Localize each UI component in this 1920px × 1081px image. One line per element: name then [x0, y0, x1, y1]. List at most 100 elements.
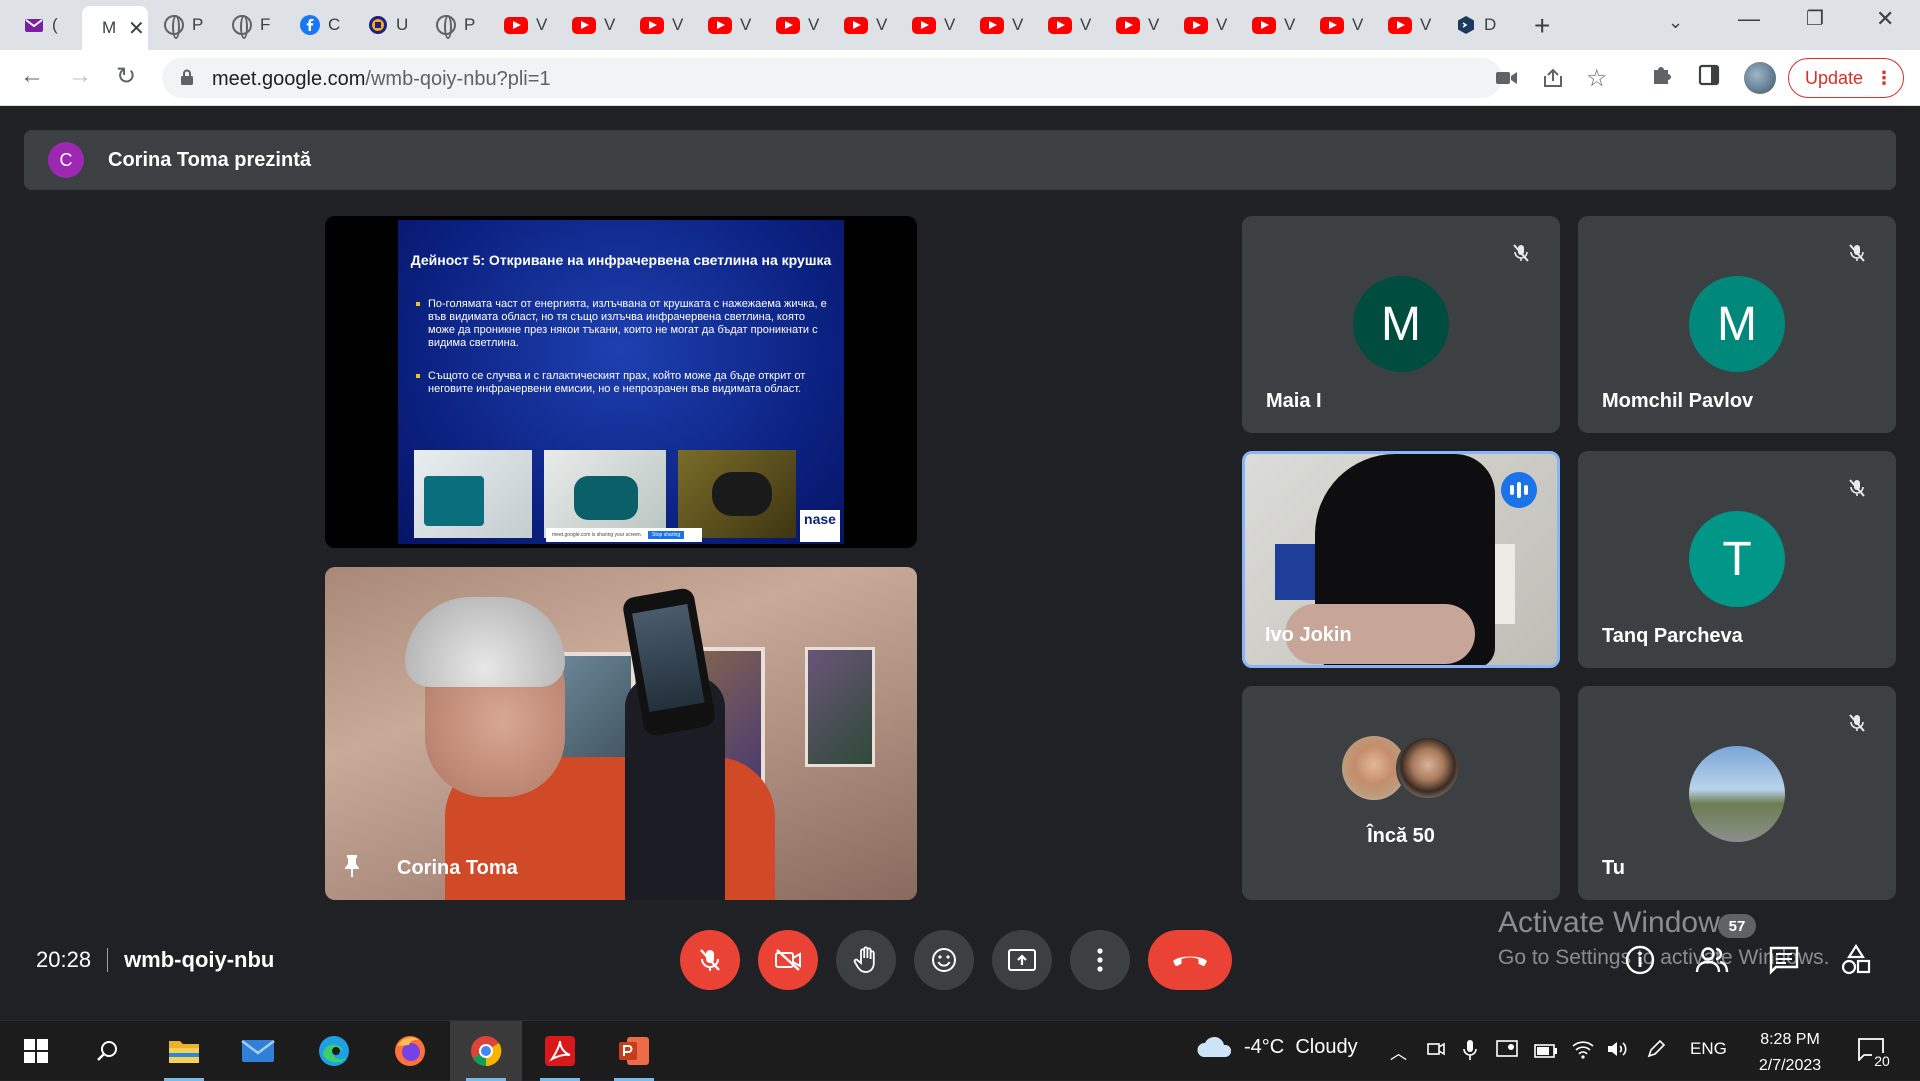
tab-youtube[interactable]: V — [760, 8, 822, 42]
tab-page[interactable]: F — [216, 8, 274, 42]
globe-icon — [164, 15, 184, 39]
tab-title: ( — [52, 15, 58, 34]
screen-capture-icon[interactable] — [1496, 1039, 1518, 1059]
tab-youtube[interactable]: V — [1236, 8, 1298, 42]
forward-button[interactable]: → — [68, 62, 92, 90]
taskbar-chrome[interactable] — [450, 1021, 522, 1081]
new-tab-button[interactable]: + — [1534, 10, 1550, 42]
slide-photo-1 — [414, 450, 532, 538]
people-button[interactable] — [1694, 942, 1730, 978]
chat-button[interactable] — [1766, 942, 1802, 978]
profile-avatar[interactable] — [1744, 62, 1776, 94]
taskbar-acrobat[interactable] — [524, 1021, 596, 1081]
volume-icon[interactable] — [1606, 1039, 1630, 1059]
restore-button[interactable]: ❐ — [1806, 6, 1824, 31]
slide-title: Дейност 5: Откриване на инфрачервена све… — [410, 252, 832, 268]
tab-meet[interactable]: M ✕ — [82, 6, 148, 50]
more-options-button[interactable] — [1070, 930, 1130, 990]
weather-desc: Cloudy — [1295, 1035, 1358, 1058]
more-participants-tile[interactable]: Încă 50 — [1242, 686, 1560, 900]
presenting-banner: C Corina Toma prezintă — [24, 130, 1896, 190]
tab-youtube[interactable]: V — [1372, 8, 1434, 42]
tab-youtube[interactable]: V — [1100, 8, 1162, 42]
search-button[interactable] — [72, 1021, 144, 1081]
self-tile[interactable]: Tu — [1578, 686, 1896, 900]
tab-gmail[interactable]: ( — [8, 8, 66, 42]
taskbar-firefox[interactable] — [374, 1021, 446, 1081]
tab-search-button[interactable]: ⌄ — [1668, 12, 1683, 33]
tab-youtube[interactable]: V — [1304, 8, 1366, 42]
taskbar-edge[interactable] — [298, 1021, 370, 1081]
side-panel-icon[interactable] — [1698, 64, 1720, 86]
tab-youtube[interactable]: V — [896, 8, 958, 42]
presenter-video-tile[interactable]: Corina Toma — [325, 567, 917, 900]
extensions-puzzle-icon[interactable] — [1650, 64, 1672, 86]
participant-tile-active-speaker[interactable]: Ivo Jokin — [1242, 451, 1560, 668]
tab-page[interactable]: P — [420, 8, 478, 42]
tab-youtube[interactable]: V — [828, 8, 890, 42]
close-tab-icon[interactable]: ✕ — [128, 16, 145, 41]
tab-university[interactable]: U — [352, 8, 410, 42]
taskbar-mail[interactable] — [222, 1021, 294, 1081]
meet-now-icon[interactable] — [1426, 1039, 1446, 1059]
share-icon[interactable] — [1542, 68, 1564, 88]
raise-hand-button[interactable] — [836, 930, 896, 990]
windows-taskbar: -4°C Cloudy ︿ ENG 8:28 PM 2/7/2023 20 — [0, 1020, 1920, 1081]
presentation-tile[interactable]: Дейност 5: Откриване на инфрачервена све… — [325, 216, 917, 548]
leave-call-button[interactable] — [1148, 930, 1232, 990]
participant-tile[interactable]: M Maia I — [1242, 216, 1560, 433]
activities-button[interactable] — [1838, 942, 1874, 978]
reload-button[interactable]: ↻ — [116, 62, 136, 91]
system-clock[interactable]: 8:28 PM 2/7/2023 — [1740, 1027, 1840, 1079]
wifi-icon[interactable] — [1572, 1039, 1594, 1059]
reactions-button[interactable] — [914, 930, 974, 990]
bookmark-star-icon[interactable]: ☆ — [1586, 64, 1608, 93]
weather-widget[interactable]: -4°C Cloudy — [1196, 1035, 1358, 1059]
pen-icon[interactable] — [1646, 1039, 1666, 1059]
firefox-icon — [395, 1036, 425, 1066]
tab-youtube[interactable]: V — [692, 8, 754, 42]
tab-youtube[interactable]: V — [624, 8, 686, 42]
meeting-info: 20:28 wmb-qoiy-nbu — [36, 947, 274, 973]
windows-logo-icon — [24, 1039, 48, 1063]
address-bar[interactable]: meet.google.com/wmb-qoiy-nbu?pli=1 ☆ — [162, 58, 1608, 98]
people-count-badge: 57 — [1718, 914, 1756, 938]
present-screen-button[interactable] — [992, 930, 1052, 990]
tab-title: V — [1284, 15, 1296, 34]
tab-facebook[interactable]: C — [284, 8, 342, 42]
language-indicator[interactable]: ENG — [1690, 1039, 1727, 1059]
notification-center-button[interactable]: 20 — [1858, 1037, 1892, 1071]
tray-overflow-chevron-icon[interactable]: ︿ — [1390, 1039, 1407, 1064]
start-button[interactable] — [0, 1021, 72, 1081]
globe-icon — [232, 15, 252, 39]
participant-tile[interactable]: T Tanq Parcheva — [1578, 451, 1896, 668]
microphone-icon[interactable] — [1462, 1039, 1478, 1061]
battery-icon[interactable] — [1534, 1043, 1558, 1059]
participant-name: Momchil Pavlov — [1602, 390, 1754, 412]
tab-page[interactable]: D — [1440, 8, 1498, 42]
taskbar-powerpoint[interactable] — [598, 1021, 670, 1081]
university-icon — [369, 16, 387, 34]
taskbar-file-explorer[interactable] — [148, 1021, 220, 1081]
participant-tile[interactable]: M Momchil Pavlov — [1578, 216, 1896, 433]
slide-bullet: По-голямата част от енергията, излъчвана… — [416, 298, 827, 349]
camera-blocked-icon[interactable] — [1496, 70, 1518, 86]
tab-youtube[interactable]: V — [488, 8, 550, 42]
update-button[interactable]: Update ⋮ — [1788, 58, 1904, 98]
pin-icon[interactable] — [345, 855, 359, 877]
tab-youtube[interactable]: V — [556, 8, 618, 42]
back-button[interactable]: ← — [20, 62, 44, 90]
tab-page[interactable]: P — [148, 8, 206, 42]
toggle-mic-button[interactable] — [680, 930, 740, 990]
toggle-camera-button[interactable] — [758, 930, 818, 990]
tab-youtube[interactable]: V — [964, 8, 1026, 42]
kebab-icon — [1097, 948, 1103, 972]
participant-avatar: M — [1353, 276, 1449, 372]
speaking-indicator-icon — [1501, 472, 1537, 508]
tab-youtube[interactable]: V — [1032, 8, 1094, 42]
meeting-details-button[interactable] — [1622, 942, 1658, 978]
close-window-button[interactable]: ✕ — [1876, 6, 1894, 32]
minimize-button[interactable]: — — [1738, 6, 1760, 32]
tab-youtube[interactable]: V — [1168, 8, 1230, 42]
search-icon — [97, 1041, 117, 1061]
